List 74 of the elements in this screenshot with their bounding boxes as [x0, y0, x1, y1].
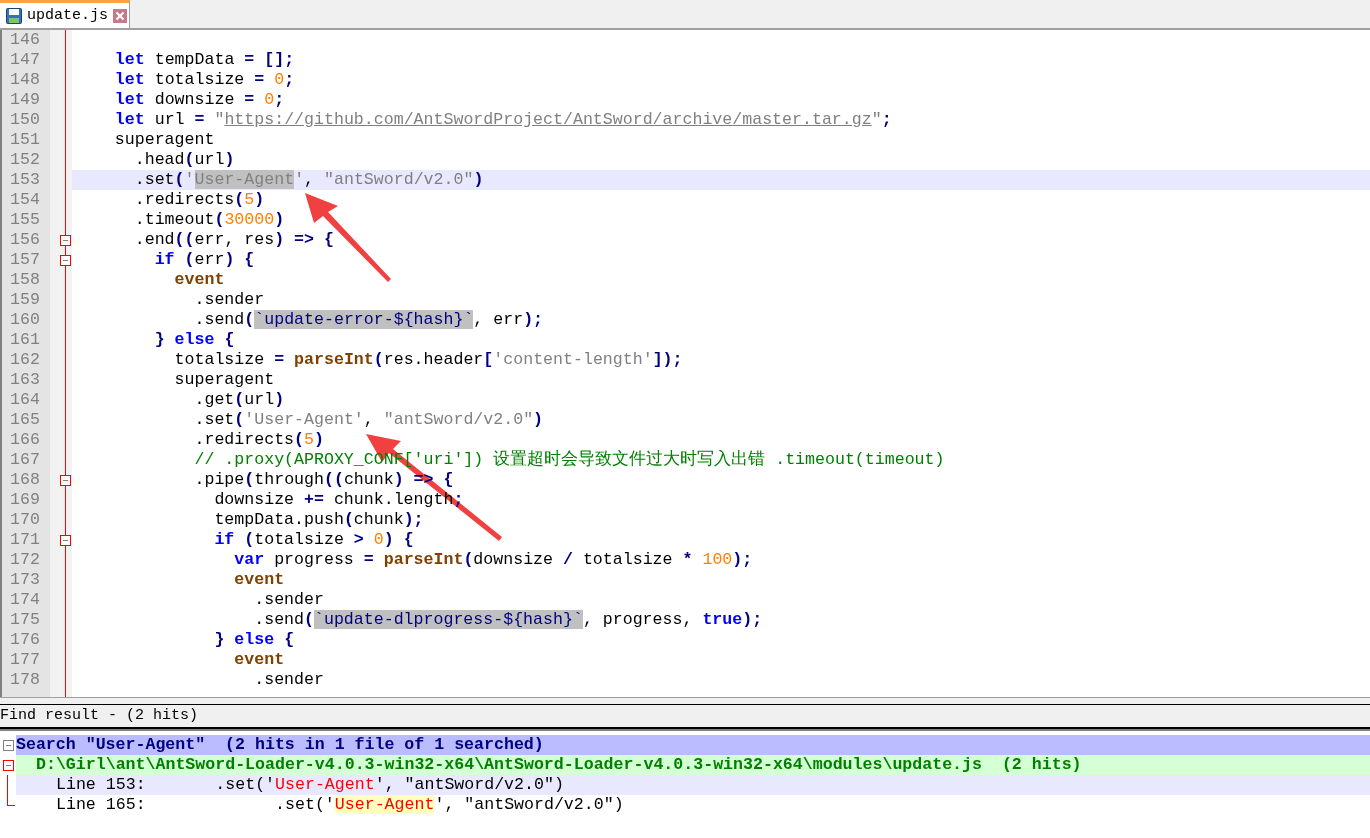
- code-line: .set('User-Agent', "antSword/v2.0"): [193, 410, 545, 430]
- line-number: 170: [9, 510, 41, 530]
- line-number: 158: [9, 270, 41, 290]
- line-number: 171: [9, 530, 41, 550]
- code-line: let url = "https://github.com/AntSwordProject/AntSword/archive/master.tar.gz";: [113, 110, 893, 130]
- search-hit[interactable]: Line 165: .set('User-Agent', "antSword/v2.0"): [16, 795, 1370, 815]
- code-line: .sender: [193, 290, 266, 310]
- fold-minus-icon[interactable]: [60, 254, 71, 266]
- line-number: 150: [9, 110, 41, 130]
- line-number: 155: [9, 210, 41, 230]
- code-line: totalsize = parseInt(res.header['content-length']);: [173, 350, 684, 370]
- line-number: 176: [9, 630, 41, 650]
- line-number: 167: [9, 450, 41, 470]
- line-number: 168: [9, 470, 41, 490]
- code-line: .sender: [253, 590, 325, 610]
- code-line: event: [233, 650, 286, 670]
- code-line: event: [173, 270, 226, 290]
- code-line: event: [233, 570, 286, 590]
- line-number: 147: [9, 50, 41, 70]
- line-number: 173: [9, 570, 41, 590]
- line-number: 166: [9, 430, 41, 450]
- code-line: let totalsize = 0;: [113, 70, 296, 90]
- line-number: 149: [9, 90, 41, 110]
- file-path[interactable]: D:\Girl\ant\AntSword-Loader-v4.0.3-win32-x64\AntSword-Loader-v4.0.3-win32-x64\modules\update.js (2 hits): [16, 755, 1370, 775]
- line-number: 153: [9, 170, 41, 190]
- line-number: 164: [9, 390, 41, 410]
- line-number: 174: [9, 590, 41, 610]
- line-number: 172: [9, 550, 41, 570]
- code-line: .timeout(30000): [133, 210, 286, 230]
- panel-splitter[interactable]: [0, 697, 1370, 705]
- line-number: 175: [9, 610, 41, 630]
- line-number: 151: [9, 130, 41, 150]
- line-number: 146: [9, 30, 41, 50]
- line-number: 157: [9, 250, 41, 270]
- code-line: } else {: [213, 630, 296, 650]
- line-number: 152: [9, 150, 41, 170]
- code-line: var progress = parseInt(downsize / totalsize * 100);: [233, 550, 754, 570]
- code-line: } else {: [153, 330, 236, 350]
- panel-title: Find result - (2 hits): [0, 707, 199, 724]
- fold-minus-icon[interactable]: [60, 534, 71, 546]
- code-line: tempData.push(chunk);: [213, 510, 425, 530]
- code-line: downsize += chunk.length;: [213, 490, 465, 510]
- code-line: let tempData = [];: [113, 50, 296, 70]
- fold-minus-icon[interactable]: [2, 759, 14, 771]
- line-number: 154: [9, 190, 41, 210]
- line-number: 161: [9, 330, 41, 350]
- line-number: 169: [9, 490, 41, 510]
- code-line: .end((err, res) => {: [133, 230, 335, 250]
- line-number: 178: [9, 670, 41, 690]
- line-number: 177: [9, 650, 41, 670]
- search-hit[interactable]: Line 153: .set('User-Agent', "antSword/v2.0"): [16, 775, 1370, 795]
- close-icon[interactable]: [113, 8, 127, 23]
- code-line: superagent: [173, 370, 276, 390]
- line-number: 160: [9, 310, 41, 330]
- fold-minus-icon[interactable]: [60, 234, 71, 246]
- search-summary[interactable]: Search "User-Agent" (2 hits in 1 file of 1 searched): [16, 735, 1370, 755]
- code-line: if (err) {: [153, 250, 256, 270]
- line-number: 165: [9, 410, 41, 430]
- code-line: let downsize = 0;: [113, 90, 286, 110]
- code-line: superagent: [113, 130, 216, 150]
- file-tab[interactable]: update.js: [0, 0, 130, 28]
- code-line: .sender: [253, 670, 325, 690]
- code-line: .get(url): [193, 390, 286, 410]
- fold-minus-icon[interactable]: [60, 474, 71, 486]
- line-number: 148: [9, 70, 41, 90]
- line-number: 162: [9, 350, 41, 370]
- line-number: 159: [9, 290, 41, 310]
- code-line: .redirects(5): [193, 430, 325, 450]
- code-line: .redirects(5): [133, 190, 266, 210]
- code-line: .head(url): [133, 150, 236, 170]
- fold-minus-icon[interactable]: [2, 739, 14, 751]
- code-line: if (totalsize > 0) {: [213, 530, 415, 550]
- line-number: 156: [9, 230, 41, 250]
- line-number: 163: [9, 370, 41, 390]
